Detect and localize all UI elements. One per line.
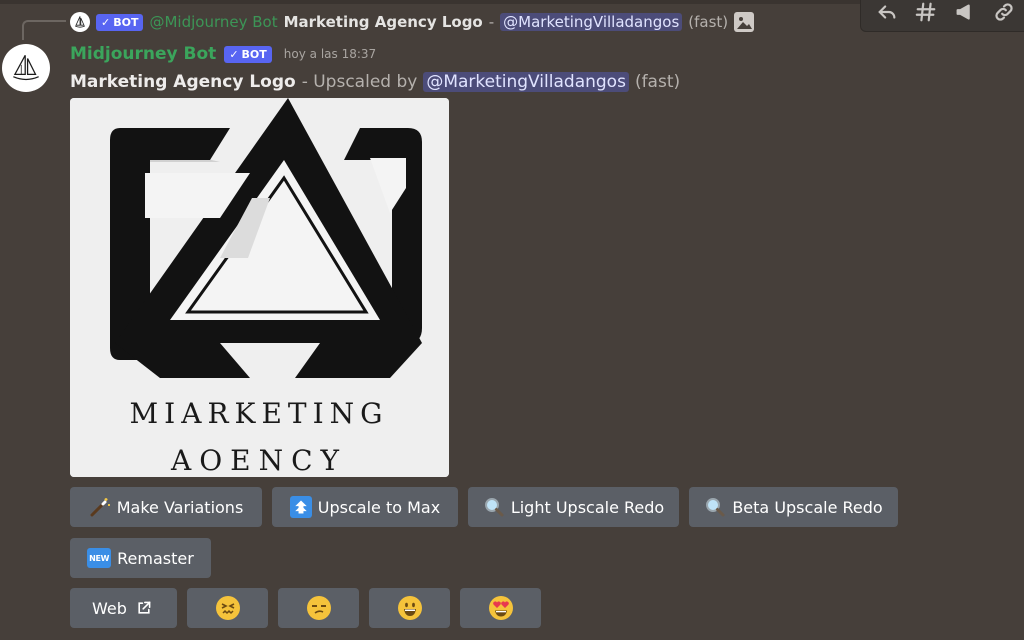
message-toolbar bbox=[860, 0, 1024, 32]
message-title: Marketing Agency Logo bbox=[70, 72, 296, 92]
message-author[interactable]: Midjourney Bot bbox=[70, 44, 216, 64]
beta-upscale-redo-button[interactable]: Beta Upscale Redo bbox=[689, 487, 898, 527]
magnifier-icon bbox=[704, 496, 726, 518]
remaster-button[interactable]: NEW Remaster bbox=[70, 538, 211, 578]
make-variations-button[interactable]: Make Variations bbox=[70, 487, 262, 527]
message-timestamp[interactable]: hoy a las 18:37 bbox=[284, 47, 376, 61]
reaction-heart-eyes-button[interactable] bbox=[460, 588, 541, 628]
new-badge-icon: NEW bbox=[87, 548, 112, 568]
bot-tag: ✓ BOT bbox=[224, 45, 272, 63]
reply-reference[interactable]: ✓ BOT @Midjourney Bot Marketing Agency L… bbox=[70, 10, 755, 34]
reply-mention[interactable]: @MarketingVilladangos bbox=[500, 13, 683, 31]
up-arrow-icon bbox=[289, 496, 312, 518]
upscaled-by-text: - Upscaled by bbox=[301, 72, 418, 92]
web-link-button[interactable]: Web bbox=[70, 588, 177, 628]
logo-text-line1: MIARKETING bbox=[130, 397, 389, 430]
heart-eyes-face-icon bbox=[488, 596, 513, 620]
link-icon[interactable] bbox=[990, 0, 1018, 26]
megaphone-icon[interactable] bbox=[951, 0, 979, 26]
magnifier-icon bbox=[483, 496, 505, 518]
reaction-grinning-button[interactable] bbox=[369, 588, 450, 628]
grinning-face-icon bbox=[397, 596, 422, 620]
confounded-face-icon bbox=[215, 596, 240, 620]
reply-separator: - bbox=[488, 13, 495, 31]
external-link-icon bbox=[133, 597, 155, 619]
unamused-face-icon bbox=[306, 596, 331, 620]
image-icon[interactable] bbox=[734, 12, 755, 32]
light-upscale-redo-button[interactable]: Light Upscale Redo bbox=[468, 487, 679, 527]
sailboat-icon bbox=[75, 16, 85, 28]
message-content: Marketing Agency Logo - Upscaled by @Mar… bbox=[70, 70, 680, 94]
thread-icon[interactable] bbox=[912, 0, 940, 26]
logo-text-line2: AOENCY bbox=[170, 444, 347, 477]
action-row-3: Web bbox=[70, 588, 541, 628]
upscale-to-max-button[interactable]: Upscale to Max bbox=[272, 487, 458, 527]
action-row-2: NEW Remaster bbox=[70, 538, 211, 578]
verified-check-icon: ✓ bbox=[229, 47, 239, 61]
bot-avatar[interactable] bbox=[2, 44, 50, 92]
action-row-1: Make Variations Upscale to Max Light Ups… bbox=[70, 487, 898, 527]
reaction-confounded-button[interactable] bbox=[187, 588, 268, 628]
reply-author[interactable]: @Midjourney Bot bbox=[149, 13, 277, 31]
reply-speed: (fast) bbox=[688, 13, 729, 31]
message-header: Midjourney Bot ✓ BOT hoy a las 18:37 bbox=[70, 42, 376, 66]
reply-title: Marketing Agency Logo bbox=[283, 13, 483, 31]
reply-bot-tag: ✓ BOT bbox=[96, 13, 144, 31]
reaction-unamused-button[interactable] bbox=[278, 588, 359, 628]
sailboat-icon bbox=[13, 55, 39, 81]
reply-icon[interactable] bbox=[873, 0, 901, 26]
verified-check-icon: ✓ bbox=[101, 15, 111, 29]
message-speed: (fast) bbox=[634, 72, 681, 92]
magic-wand-icon bbox=[89, 496, 111, 518]
bot-avatar-small[interactable] bbox=[70, 12, 90, 32]
reply-spine bbox=[22, 20, 66, 40]
logo-image-attachment[interactable]: MIARKETING AOENCY bbox=[70, 98, 449, 477]
message-mention[interactable]: @MarketingVilladangos bbox=[423, 72, 629, 92]
marketing-agency-logo-image: MIARKETING AOENCY bbox=[70, 98, 449, 477]
